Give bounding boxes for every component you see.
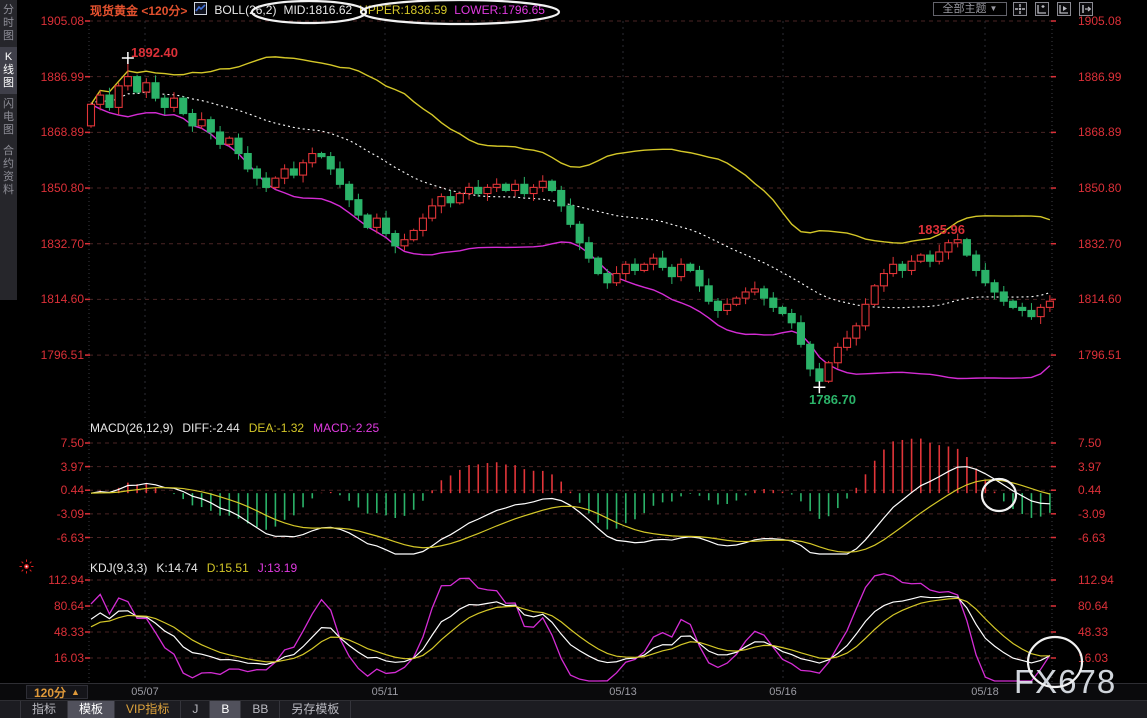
macd-tick-right: 7.50 <box>1078 436 1144 450</box>
macd-tick-right: 3.97 <box>1078 460 1144 474</box>
price-tick-left: 1886.99 <box>22 70 84 84</box>
axes-play-icon[interactable] <box>1057 2 1071 16</box>
macd-tick-left: -6.63 <box>22 531 84 545</box>
price-tick-right: 1814.60 <box>1078 292 1144 306</box>
macd-tick-left: 0.44 <box>22 483 84 497</box>
price-tick-left: 1905.08 <box>22 14 84 28</box>
boll-mid-value: MID:1816.62 <box>283 3 352 17</box>
toolbar-item[interactable]: J <box>181 701 210 718</box>
x-axis-row: 120分 ▲ 05/07 05/11 05/13 05/16 05/18 <box>0 683 1147 700</box>
symbol-label: 现货黄金 <box>90 4 138 18</box>
kdj-k-value: K:14.74 <box>156 561 197 575</box>
period-selector-label: 120分 <box>34 684 66 701</box>
axes-zoom-icon[interactable] <box>1035 2 1049 16</box>
sidebar-item-active[interactable]: K线图 <box>0 47 17 94</box>
price-tick-right: 1886.99 <box>1078 70 1144 84</box>
boll-params-label: BOLL(26,2) <box>214 3 276 17</box>
period-selector[interactable]: 120分 ▲ <box>26 685 88 699</box>
sidebar-item-tab[interactable]: 分时图 <box>0 0 17 47</box>
macd-tick-left: 7.50 <box>22 436 84 450</box>
toolbar-item[interactable]: 模板 <box>68 701 115 718</box>
price-tick-left: 1850.80 <box>22 181 84 195</box>
theme-dropdown-label: 全部主题 <box>943 3 987 15</box>
price-tick-left: 1868.89 <box>22 125 84 139</box>
price-tick-left: 1796.51 <box>22 348 84 362</box>
kdj-d-value: D:15.51 <box>207 561 249 575</box>
theme-dropdown[interactable]: 全部主题 ▼ <box>933 2 1007 16</box>
price-tick-left: 1814.60 <box>22 292 84 306</box>
price-tick-right: 1905.08 <box>1078 14 1144 28</box>
chart-header: 现货黄金 <120分> BOLL(26,2) MID:1816.62 UPPER… <box>90 2 545 18</box>
kdj-tick-right: 80.64 <box>1078 599 1144 613</box>
sidebar-item-tab[interactable]: 合约资料 <box>0 141 17 201</box>
macd-hist-value: MACD:-2.25 <box>313 421 379 435</box>
toolbar-item[interactable]: VIP指标 <box>115 701 181 718</box>
price-tick-right: 1850.80 <box>1078 181 1144 195</box>
toolbar-item[interactable]: B <box>210 701 241 718</box>
price-tick-right: 1868.89 <box>1078 125 1144 139</box>
symbol-name: 现货黄金 <120分> <box>90 2 187 19</box>
kdj-tick-left: 80.64 <box>22 599 84 613</box>
date-label: 05/13 <box>609 686 637 698</box>
macd-tick-left: -3.09 <box>22 507 84 521</box>
boll-lower-value: LOWER:1796.65 <box>454 3 545 17</box>
kdj-header: KDJ(9,3,3) K:14.74 D:15.51 J:13.19 <box>90 561 297 575</box>
macd-params-label: MACD(26,12,9) <box>90 421 173 435</box>
toolbar-item[interactable]: BB <box>241 701 280 718</box>
chevron-down-icon: ▼ <box>990 3 998 15</box>
chart-application-window: 分时图K线图闪电图合约资料 现货黄金 <120分> BOLL(26,2) MID… <box>0 0 1147 718</box>
kdj-tick-left: 48.33 <box>22 625 84 639</box>
bottom-toolbar: 指标模板VIP指标JBBB另存模板 <box>0 700 1147 718</box>
kdj-tick-right: 48.33 <box>1078 625 1144 639</box>
kdj-tick-left: 16.03 <box>22 651 84 665</box>
triangle-up-icon: ▲ <box>71 687 80 697</box>
swing-high-annotation: 1835.96 <box>918 222 965 237</box>
toolbar-item[interactable]: 另存模板 <box>280 701 351 718</box>
date-label: 05/18 <box>971 686 999 698</box>
sidebar-item-tab[interactable]: 闪电图 <box>0 94 17 141</box>
price-tick-left: 1832.70 <box>22 237 84 251</box>
macd-tick-left: 3.97 <box>22 460 84 474</box>
low-price-annotation: 1786.70 <box>809 392 856 407</box>
peak-price-annotation: 1892.40 <box>131 45 178 60</box>
crosshair-icon[interactable] <box>1013 2 1027 16</box>
kdj-params-label: KDJ(9,3,3) <box>90 561 147 575</box>
macd-diff-value: DIFF:-2.44 <box>182 421 239 435</box>
price-tick-right: 1832.70 <box>1078 237 1144 251</box>
toolbar-item[interactable]: 指标 <box>20 701 68 718</box>
macd-tick-right: -3.09 <box>1078 507 1144 521</box>
macd-header: MACD(26,12,9) DIFF:-2.44 DEA:-1.32 MACD:… <box>90 421 379 435</box>
kdj-tick-right: 112.94 <box>1078 573 1144 587</box>
macd-tick-right: 0.44 <box>1078 483 1144 497</box>
macd-tick-right: -6.63 <box>1078 531 1144 545</box>
date-label: 05/11 <box>372 686 399 698</box>
kdj-j-value: J:13.19 <box>258 561 297 575</box>
macd-dea-value: DEA:-1.32 <box>249 421 304 435</box>
kdj-tick-left: 112.94 <box>22 573 84 587</box>
date-label: 05/16 <box>769 686 797 698</box>
price-tick-right: 1796.51 <box>1078 348 1144 362</box>
chart-type-sidebar: 分时图K线图闪电图合约资料 <box>0 0 17 300</box>
fx678-watermark: FX678 <box>1014 663 1116 701</box>
boll-upper-value: UPPER:1836.59 <box>359 3 447 17</box>
chart-plot-canvas[interactable] <box>0 0 1147 718</box>
date-label: 05/07 <box>131 686 159 698</box>
kline-chart-icon <box>194 2 207 18</box>
period-label: <120分> <box>141 4 187 18</box>
